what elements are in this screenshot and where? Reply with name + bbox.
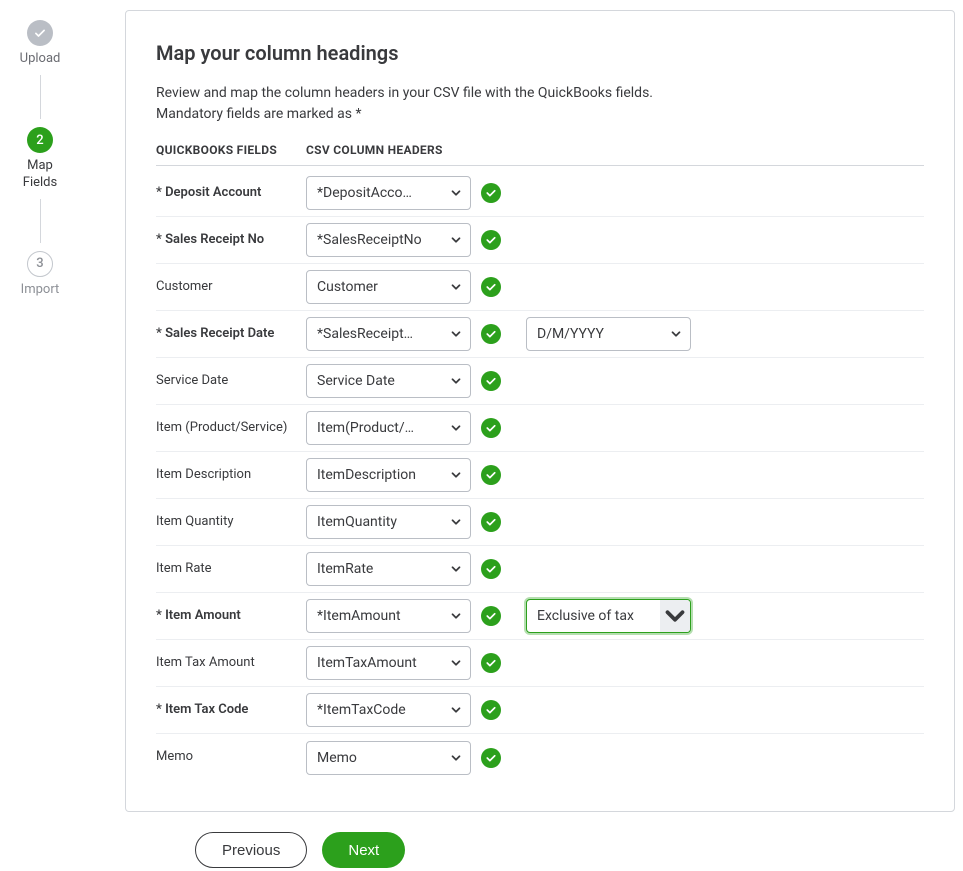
csv-column-select[interactable]: ItemQuantity [306, 505, 471, 539]
mapping-row: Item (Product/Service)Item(Product/… [156, 405, 924, 452]
csv-column-select[interactable]: *DepositAcco… [306, 176, 471, 210]
page-title: Map your column headings [156, 41, 924, 65]
mapping-row: * Sales Receipt No*SalesReceiptNo [156, 217, 924, 264]
field-label: * Item Tax Code [156, 702, 306, 719]
csv-column-select[interactable]: Service Date [306, 364, 471, 398]
step-number: 2 [27, 127, 53, 153]
field-label: Item Rate [156, 561, 306, 578]
csv-column-select[interactable]: *ItemTaxCode [306, 693, 471, 727]
step-label: Import [21, 282, 60, 298]
extra-option-select[interactable]: D/M/YYYY [526, 317, 701, 351]
check-icon [481, 277, 501, 297]
select-value[interactable]: *ItemAmount [306, 599, 471, 633]
step-label: Map Fields [23, 158, 57, 191]
column-header-csv: CSV COLUMN HEADERS [306, 143, 443, 157]
field-label: Item Tax Amount [156, 655, 306, 672]
field-label: Item Quantity [156, 514, 306, 531]
check-icon [481, 512, 501, 532]
step-import[interactable]: 3 Import [21, 251, 60, 298]
field-label: Service Date [156, 373, 306, 390]
check-icon [481, 559, 501, 579]
wizard-stepper: Upload 2 Map Fields 3 Import [10, 10, 70, 868]
mapping-row: * Item Amount*ItemAmount Exclusive of tax [156, 593, 924, 640]
select-value[interactable]: Memo [306, 741, 471, 775]
mapping-rows: * Deposit Account*DepositAcco…* Sales Re… [156, 170, 924, 781]
select-value[interactable]: *SalesReceiptNo [306, 223, 471, 257]
check-icon [481, 230, 501, 250]
mapping-row: Item DescriptionItemDescription [156, 452, 924, 499]
select-value[interactable]: ItemRate [306, 552, 471, 586]
select-wrap[interactable]: Exclusive of tax [526, 599, 691, 633]
field-label: * Deposit Account [156, 185, 306, 202]
csv-column-select[interactable]: Customer [306, 270, 471, 304]
select-value[interactable]: *DepositAcco… [306, 176, 471, 210]
csv-column-select[interactable]: *SalesReceiptNo [306, 223, 471, 257]
desc-line2: Mandatory fields are marked as * [156, 106, 362, 122]
select-value[interactable]: Customer [306, 270, 471, 304]
csv-column-select[interactable]: ItemRate [306, 552, 471, 586]
select-value[interactable]: ItemTaxAmount [306, 646, 471, 680]
csv-column-select[interactable]: *SalesReceipt… [306, 317, 471, 351]
check-icon [481, 465, 501, 485]
mapping-row: Item RateItemRate [156, 546, 924, 593]
select-value[interactable]: *ItemTaxCode [306, 693, 471, 727]
check-icon [481, 371, 501, 391]
csv-column-select[interactable]: ItemDescription [306, 458, 471, 492]
step-label: Upload [20, 51, 61, 67]
check-icon [481, 653, 501, 673]
check-icon [27, 20, 53, 46]
csv-column-select[interactable]: ItemTaxAmount [306, 646, 471, 680]
select-value[interactable]: ItemDescription [306, 458, 471, 492]
desc-line1: Review and map the column headers in you… [156, 85, 653, 101]
mapping-row: MemoMemo [156, 734, 924, 781]
check-icon [481, 324, 501, 344]
mapping-row: * Deposit Account*DepositAcco… [156, 170, 924, 217]
mapping-row: Item Tax AmountItemTaxAmount [156, 640, 924, 687]
csv-column-select[interactable]: Memo [306, 741, 471, 775]
table-header-row: QUICKBOOKS FIELDS CSV COLUMN HEADERS [156, 143, 924, 166]
step-map-fields[interactable]: 2 Map Fields [23, 127, 57, 191]
mapping-row: Item QuantityItemQuantity [156, 499, 924, 546]
step-connector [40, 75, 41, 119]
select-value[interactable]: ItemQuantity [306, 505, 471, 539]
next-button[interactable]: Next [322, 832, 405, 868]
chevron-down-icon [660, 600, 690, 632]
check-icon [481, 183, 501, 203]
select-value[interactable]: Item(Product/… [306, 411, 471, 445]
mapping-card: Map your column headings Review and map … [125, 10, 955, 812]
mapping-row: * Item Tax Code*ItemTaxCode [156, 687, 924, 734]
select-value[interactable]: D/M/YYYY [526, 317, 691, 351]
step-upload[interactable]: Upload [20, 20, 61, 67]
select-wrap[interactable]: D/M/YYYY [526, 317, 691, 351]
field-label: * Sales Receipt No [156, 232, 306, 249]
field-label: Customer [156, 279, 306, 296]
check-icon [481, 748, 501, 768]
check-icon [481, 606, 501, 626]
step-number: 3 [27, 251, 53, 277]
step-connector [40, 199, 41, 243]
mapping-row: Service DateService Date [156, 358, 924, 405]
column-header-qb: QUICKBOOKS FIELDS [156, 143, 306, 157]
footer-buttons: Previous Next [195, 832, 955, 868]
select-value[interactable]: Service Date [306, 364, 471, 398]
check-icon [481, 700, 501, 720]
page-description: Review and map the column headers in you… [156, 83, 924, 125]
field-label: * Item Amount [156, 608, 306, 625]
csv-column-select[interactable]: *ItemAmount [306, 599, 471, 633]
field-label: Item Description [156, 467, 306, 484]
check-icon [481, 418, 501, 438]
mapping-row: * Sales Receipt Date*SalesReceipt… D/M/YY… [156, 311, 924, 358]
extra-option-select[interactable]: Exclusive of tax [526, 599, 701, 633]
select-value[interactable]: *SalesReceipt… [306, 317, 471, 351]
previous-button[interactable]: Previous [195, 832, 307, 868]
field-label: Item (Product/Service) [156, 420, 306, 437]
field-label: Memo [156, 749, 306, 766]
mapping-row: CustomerCustomer [156, 264, 924, 311]
field-label: * Sales Receipt Date [156, 326, 306, 343]
csv-column-select[interactable]: Item(Product/… [306, 411, 471, 445]
